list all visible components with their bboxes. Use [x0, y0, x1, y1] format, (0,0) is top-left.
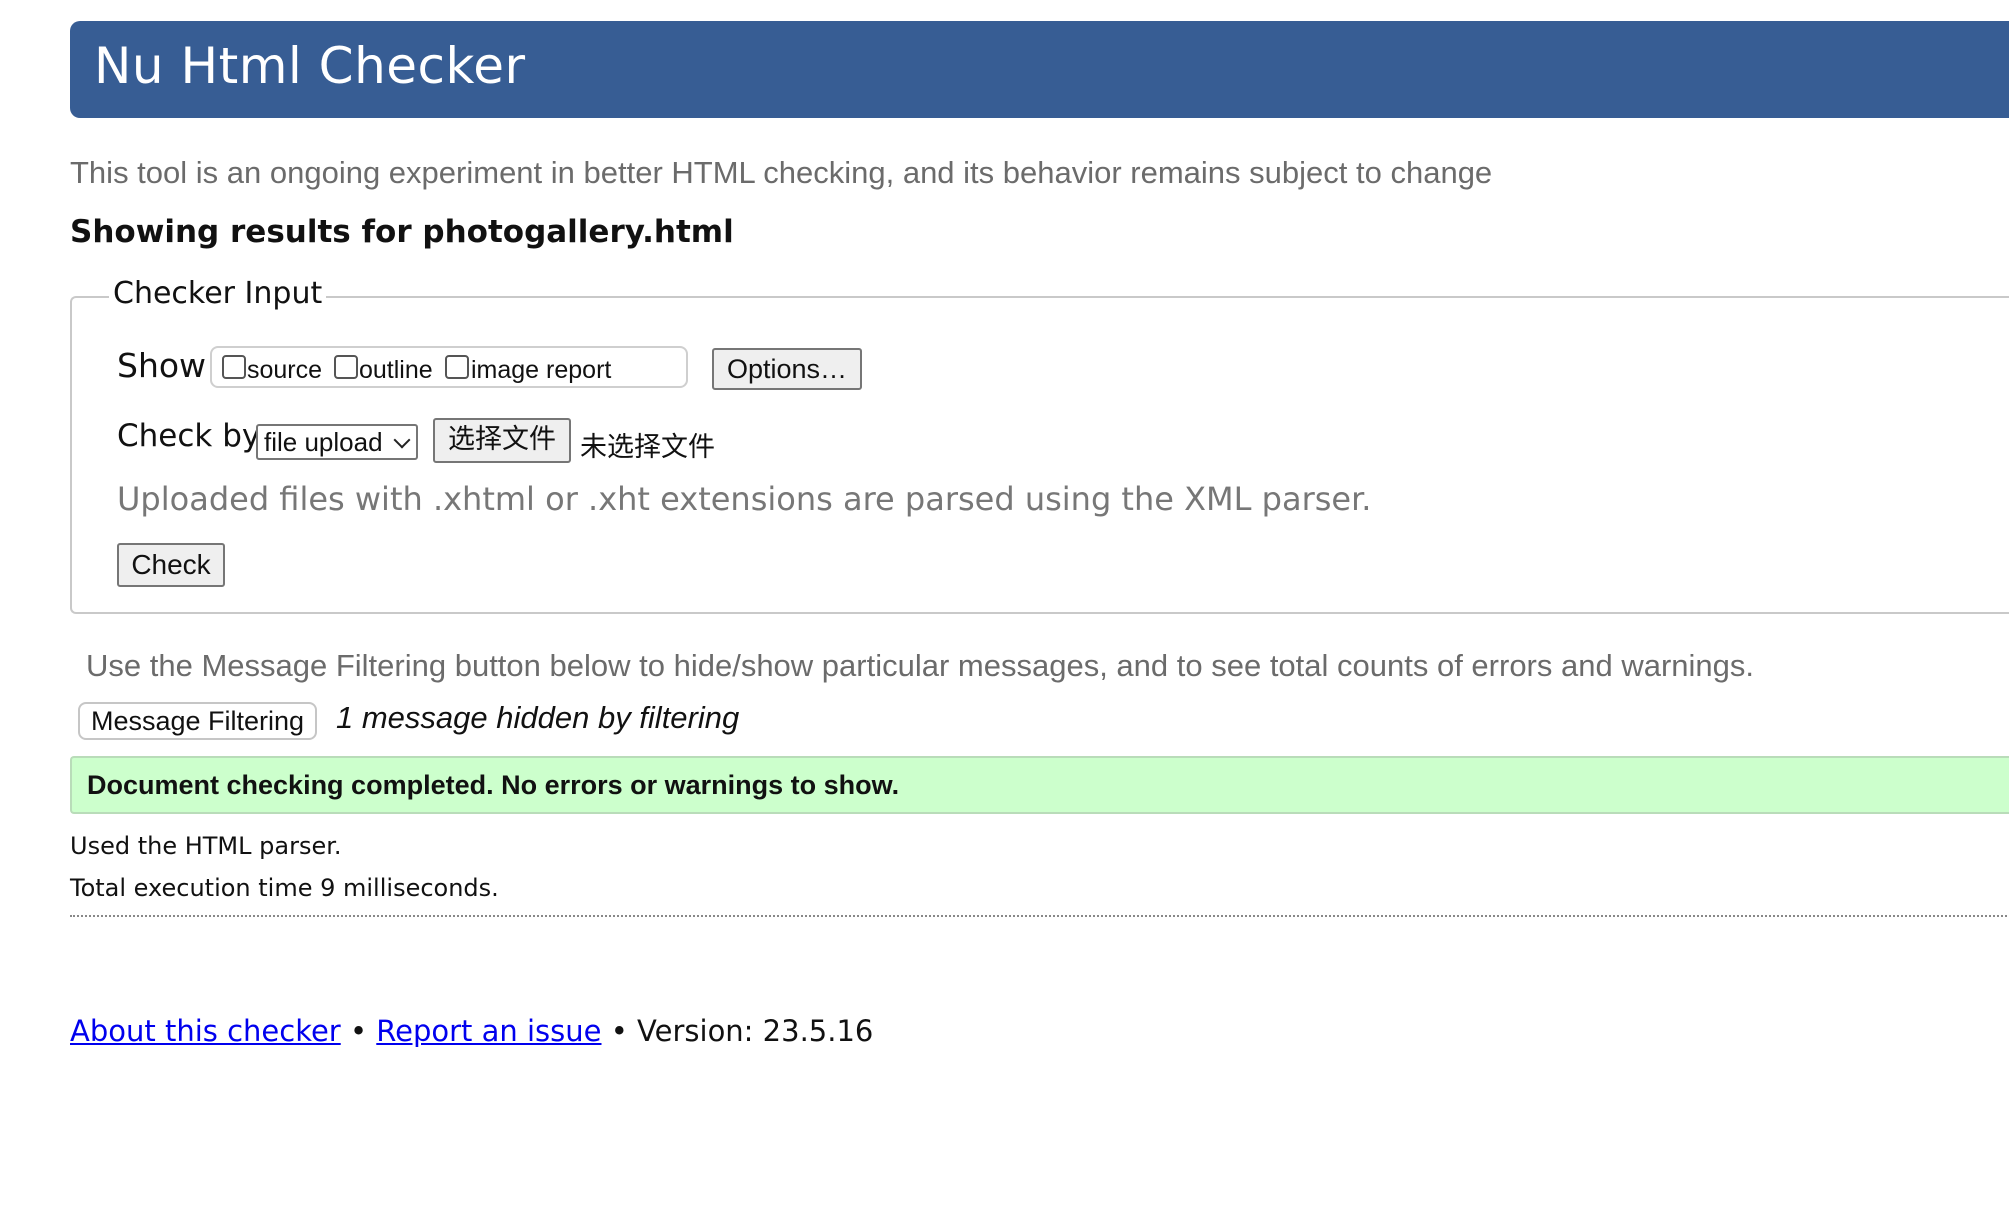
message-filtering-button[interactable]: Message Filtering [78, 702, 317, 740]
checker-input-fieldset: Checker Input Show source outline image … [70, 276, 2009, 614]
options-button[interactable]: Options… [712, 348, 862, 390]
parser-note: Uploaded files with .xhtml or .xht exten… [117, 480, 1372, 518]
check-by-selected-value: file upload [264, 427, 383, 457]
report-issue-link[interactable]: Report an issue [376, 1014, 601, 1048]
tagline: This tool is an ongoing experiment in be… [70, 155, 1493, 190]
about-checker-link[interactable]: About this checker [70, 1014, 341, 1048]
results-heading: Showing results for photogallery.html [70, 214, 734, 250]
choose-file-button[interactable]: 选择文件 [433, 418, 571, 463]
outline-checkbox-label[interactable]: outline [359, 356, 433, 385]
no-file-chosen-text: 未选择文件 [580, 432, 715, 463]
chevron-down-icon [393, 431, 411, 449]
image-report-checkbox-label[interactable]: image report [471, 356, 611, 385]
page: Nu Html Checker This tool is an ongoing … [0, 0, 2009, 1208]
check-button[interactable]: Check [117, 543, 225, 587]
image-report-checkbox[interactable] [445, 355, 469, 379]
header-banner: Nu Html Checker [70, 21, 2009, 118]
filtering-note: Use the Message Filtering button below t… [86, 648, 1755, 683]
checker-input-legend: Checker Input [109, 276, 327, 311]
dotted-divider [70, 915, 2009, 917]
footer-separator: • [601, 1014, 638, 1048]
version-text: Version: 23.5.16 [637, 1014, 874, 1048]
parser-used-text: Used the HTML parser. [70, 832, 342, 860]
success-message-bar: Document checking completed. No errors o… [70, 756, 2009, 814]
footer-separator: • [340, 1014, 377, 1048]
footer: About this checker • Report an issue • V… [70, 1014, 873, 1048]
check-by-select[interactable]: file upload [256, 424, 418, 460]
source-checkbox[interactable] [222, 355, 246, 379]
show-label: Show [117, 346, 207, 385]
outline-checkbox[interactable] [334, 355, 358, 379]
execution-time-text: Total execution time 9 milliseconds. [70, 874, 499, 902]
hidden-message-count: 1 message hidden by filtering [336, 700, 740, 735]
check-by-label: Check by [117, 418, 261, 454]
show-options-group: source outline image report [210, 346, 688, 388]
success-message: Document checking completed. No errors o… [87, 770, 900, 800]
page-title: Nu Html Checker [94, 37, 526, 95]
source-checkbox-label[interactable]: source [247, 356, 322, 385]
